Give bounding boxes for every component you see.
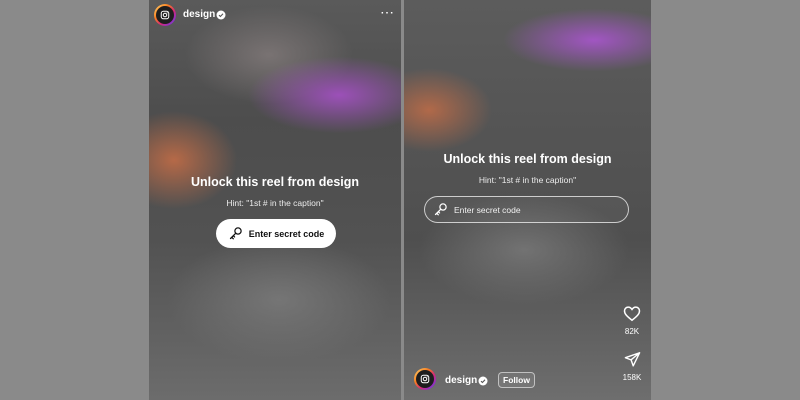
like-action[interactable]: 82K bbox=[617, 305, 647, 336]
share-action[interactable]: 158K bbox=[617, 351, 647, 382]
secret-code-field[interactable] bbox=[424, 196, 629, 223]
profile-avatar[interactable] bbox=[414, 368, 436, 390]
unlock-hint: Hint: "1st # in the caption" bbox=[226, 198, 324, 208]
unlock-title: Unlock this reel from design bbox=[443, 152, 612, 166]
instagram-logo-icon bbox=[160, 10, 170, 20]
unlock-hint: Hint: "1st # in the caption" bbox=[478, 175, 577, 185]
send-icon[interactable] bbox=[624, 351, 641, 368]
secret-code-input[interactable] bbox=[454, 204, 614, 215]
likes-count: 82K bbox=[624, 327, 640, 336]
instagram-logo-icon bbox=[420, 374, 430, 384]
enter-secret-code-button[interactable]: Enter secret code bbox=[216, 219, 336, 248]
username[interactable]: design bbox=[183, 9, 215, 20]
unlock-title: Unlock this reel from design bbox=[190, 175, 360, 189]
key-icon bbox=[229, 227, 242, 240]
reel-locked-view-left: design ⋯ Unlock this reel from design Hi… bbox=[149, 0, 401, 400]
verified-badge-icon bbox=[216, 10, 226, 20]
more-options-icon[interactable]: ⋯ bbox=[380, 5, 394, 19]
key-icon bbox=[434, 203, 447, 216]
username[interactable]: design bbox=[445, 375, 477, 386]
heart-icon[interactable] bbox=[623, 305, 641, 322]
shares-count: 158K bbox=[622, 373, 642, 382]
reel-locked-view-right: Unlock this reel from design Hint: "1st … bbox=[404, 0, 651, 400]
enter-secret-code-label: Enter secret code bbox=[248, 228, 325, 239]
verified-badge-icon bbox=[478, 376, 488, 386]
follow-button[interactable]: Follow bbox=[498, 372, 535, 388]
profile-avatar[interactable] bbox=[154, 4, 176, 26]
